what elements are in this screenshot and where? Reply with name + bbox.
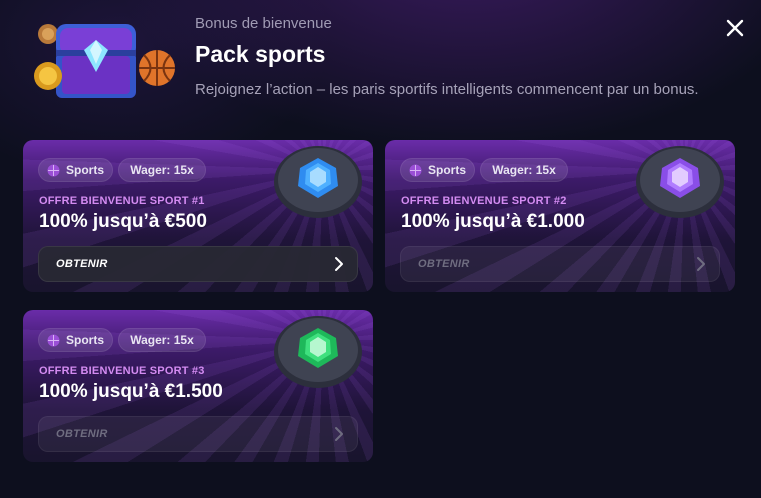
chevron-right-icon: [697, 257, 705, 271]
modal-header: Bonus de bienvenue Pack sports Rejoignez…: [0, 0, 761, 130]
gem-stone-icon: [274, 316, 362, 388]
modal-subtitle: Bonus de bienvenue: [195, 15, 332, 32]
modal-title: Pack sports: [195, 41, 326, 67]
close-icon[interactable]: [722, 15, 748, 41]
chevron-right-icon: [335, 427, 343, 441]
modal-description: Rejoignez l’action – les paris sportifs …: [195, 81, 699, 98]
treasure-chest-icon: [34, 24, 175, 98]
sports-tag: Sports: [38, 328, 113, 352]
sport-ball-icon: [47, 164, 60, 177]
sports-tag: Sports: [400, 158, 475, 182]
gem-stone-icon: [636, 146, 724, 218]
offer-label: OFFRE BIENVENUE SPORT #3: [39, 365, 205, 377]
offer-value: 100% jusqu’à €500: [39, 211, 207, 232]
claim-button-label: OBTENIR: [56, 258, 108, 270]
sports-tag-label: Sports: [428, 163, 467, 177]
wager-tag: Wager: 15x: [118, 328, 206, 352]
offer-label: OFFRE BIENVENUE SPORT #2: [401, 195, 567, 207]
claim-button[interactable]: OBTENIR: [38, 246, 358, 282]
offer-value: 100% jusqu’à €1.000: [401, 211, 585, 232]
wager-tag: Wager: 15x: [480, 158, 568, 182]
offer-card-3: Sports Wager: 15x OFFRE BIENVENUE SPORT …: [23, 310, 373, 462]
offer-label: OFFRE BIENVENUE SPORT #1: [39, 195, 205, 207]
claim-button[interactable]: OBTENIR: [38, 416, 358, 452]
claim-button-label: OBTENIR: [56, 428, 108, 440]
chevron-right-icon: [335, 257, 343, 271]
sports-tag-label: Sports: [66, 333, 105, 347]
sport-ball-icon: [409, 164, 422, 177]
offer-card-1: Sports Wager: 15x OFFRE BIENVENUE SPORT …: [23, 140, 373, 292]
claim-button[interactable]: OBTENIR: [400, 246, 720, 282]
offer-card-2: Sports Wager: 15x OFFRE BIENVENUE SPORT …: [385, 140, 735, 292]
gem-stone-icon: [274, 146, 362, 218]
wager-tag: Wager: 15x: [118, 158, 206, 182]
claim-button-label: OBTENIR: [418, 258, 470, 270]
sport-ball-icon: [47, 334, 60, 347]
offer-value: 100% jusqu’à €1.500: [39, 381, 223, 402]
sports-tag-label: Sports: [66, 163, 105, 177]
sports-tag: Sports: [38, 158, 113, 182]
